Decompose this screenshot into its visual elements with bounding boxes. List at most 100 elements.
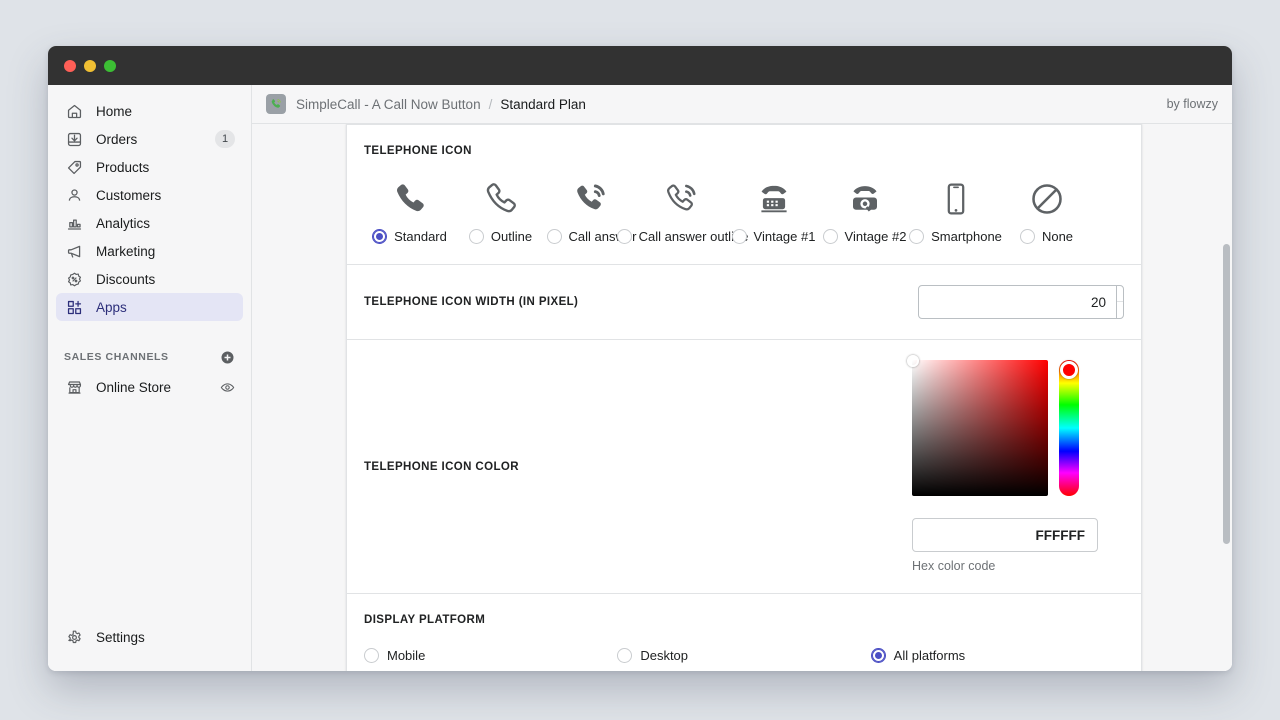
radio-indicator <box>469 229 484 244</box>
sidebar-item-products[interactable]: Products <box>56 153 243 181</box>
chevron-up-icon[interactable]: ▲ <box>1117 286 1124 302</box>
sidebar-item-orders[interactable]: Orders 1 <box>56 125 243 153</box>
telephone-icon-width-input[interactable] <box>919 286 1116 318</box>
vertical-scrollbar[interactable] <box>1223 124 1230 671</box>
orders-count-badge: 1 <box>215 130 235 148</box>
breadcrumb-app-link[interactable]: SimpleCall - A Call Now Button <box>296 97 481 112</box>
option-label: All platforms <box>894 648 966 663</box>
telephone-icon-option-none[interactable]: None <box>1001 173 1092 244</box>
telephone-icon-label: TELEPHONE ICON <box>364 145 1124 157</box>
radio-indicator <box>1020 229 1035 244</box>
sidebar-item-label: Discounts <box>96 272 235 287</box>
color-picker-controls <box>912 360 1124 496</box>
orders-icon <box>64 129 84 149</box>
radio-outline[interactable]: Outline <box>469 229 532 244</box>
radio-vintage-2[interactable]: Vintage #2 <box>823 229 907 244</box>
settings-scroll-region: TELEPHONE ICON <box>252 124 1232 671</box>
sidebar-nav: Home Orders 1 <box>48 97 251 321</box>
sidebar-item-label: Online Store <box>96 380 220 395</box>
settings-content: TELEPHONE ICON <box>252 124 1232 671</box>
none-circle-slash-icon <box>1029 173 1065 217</box>
scrollbar-thumb[interactable] <box>1223 244 1230 544</box>
sidebar-item-home[interactable]: Home <box>56 97 243 125</box>
option-label: None <box>1042 229 1073 244</box>
option-label: Desktop <box>640 648 688 663</box>
display-platform-section: DISPLAY PLATFORM Mobile Desktop <box>347 593 1141 671</box>
plus-circle-icon[interactable] <box>220 350 235 365</box>
breadcrumb-current-page: Standard Plan <box>500 97 586 112</box>
app-breadcrumb-bar: SimpleCall - A Call Now Button / Standar… <box>252 85 1232 124</box>
vintage-phone-1-icon <box>756 173 792 217</box>
radio-indicator <box>547 229 562 244</box>
sidebar-item-label: Settings <box>96 630 235 645</box>
phone-call-answer-outline-icon <box>665 173 701 217</box>
sidebar-spacer <box>48 401 251 623</box>
radio-indicator <box>871 648 886 663</box>
telephone-icon-option-smartphone[interactable]: Smartphone <box>910 173 1001 244</box>
app-window: Home Orders 1 <box>48 46 1232 671</box>
option-label: Smartphone <box>931 229 1002 244</box>
saturation-value-handle[interactable] <box>907 355 919 367</box>
sidebar-item-settings[interactable]: Settings <box>56 623 243 651</box>
sidebar-item-label: Apps <box>96 300 235 315</box>
phone-call-answer-solid-icon <box>574 173 610 217</box>
window-body: Home Orders 1 <box>48 85 1232 671</box>
sidebar-item-apps[interactable]: Apps <box>56 293 243 321</box>
sidebar-item-discounts[interactable]: Discounts <box>56 265 243 293</box>
sidebar-item-label: Orders <box>96 132 215 147</box>
phone-outline-icon <box>483 173 519 217</box>
chevron-down-icon[interactable]: ▼ <box>1117 302 1124 318</box>
option-label: Outline <box>491 229 532 244</box>
phone-solid-icon <box>392 173 428 217</box>
radio-none[interactable]: None <box>1020 229 1073 244</box>
telephone-icon-color-section: TELEPHONE ICON COLOR <box>347 339 1141 593</box>
eye-icon[interactable] <box>220 380 235 395</box>
radio-mobile[interactable]: Mobile <box>364 648 617 663</box>
zoom-window-button[interactable] <box>104 60 116 72</box>
sidebar: Home Orders 1 <box>48 85 252 671</box>
close-window-button[interactable] <box>64 60 76 72</box>
radio-vintage-1[interactable]: Vintage #1 <box>732 229 816 244</box>
telephone-icon-option-outline[interactable]: Outline <box>455 173 546 244</box>
minimize-window-button[interactable] <box>84 60 96 72</box>
option-label: Mobile <box>387 648 425 663</box>
radio-smartphone[interactable]: Smartphone <box>909 229 1002 244</box>
gear-icon <box>64 627 84 647</box>
app-author-label: by flowzy <box>1167 97 1218 111</box>
sidebar-item-online-store[interactable]: Online Store <box>56 373 243 401</box>
window-titlebar <box>48 46 1232 85</box>
radio-desktop[interactable]: Desktop <box>617 648 870 663</box>
hue-slider[interactable] <box>1059 360 1079 496</box>
telephone-icon-width-section: TELEPHONE ICON WIDTH (IN PIXEL) ▲ ▼ <box>347 264 1141 339</box>
hex-color-input[interactable] <box>912 518 1098 552</box>
discount-icon <box>64 269 84 289</box>
hue-slider-handle[interactable] <box>1060 361 1078 379</box>
telephone-icon-option-vintage-1[interactable]: Vintage #1 <box>728 173 819 244</box>
sidebar-item-analytics[interactable]: Analytics <box>56 209 243 237</box>
sidebar-item-label: Marketing <box>96 244 235 259</box>
sidebar-item-marketing[interactable]: Marketing <box>56 237 243 265</box>
radio-all-platforms[interactable]: All platforms <box>871 648 1124 663</box>
telephone-icon-option-vintage-2[interactable]: Vintage #2 <box>819 173 910 244</box>
saturation-value-box[interactable] <box>912 360 1048 496</box>
radio-indicator <box>823 229 838 244</box>
telephone-icon-options: Standard <box>364 173 1124 244</box>
sidebar-item-label: Analytics <box>96 216 235 231</box>
sidebar-item-customers[interactable]: Customers <box>56 181 243 209</box>
telephone-icon-width-field[interactable]: ▲ ▼ <box>918 285 1124 319</box>
sidebar-item-label: Products <box>96 160 235 175</box>
telephone-icon-option-standard[interactable]: Standard <box>364 173 455 244</box>
option-label: Vintage #1 <box>754 229 816 244</box>
radio-standard[interactable]: Standard <box>372 229 447 244</box>
telephone-icon-color-label: TELEPHONE ICON COLOR <box>364 461 519 473</box>
settings-card: TELEPHONE ICON <box>346 124 1142 671</box>
sidebar-item-label: Customers <box>96 188 235 203</box>
main-area: SimpleCall - A Call Now Button / Standar… <box>252 85 1232 671</box>
hex-color-help-text: Hex color code <box>912 559 1124 573</box>
telephone-icon-option-call-answer-outline[interactable]: Call answer outline <box>637 173 728 244</box>
vintage-phone-2-icon <box>847 173 883 217</box>
option-label: Standard <box>394 229 447 244</box>
sales-channels-header: SALES CHANNELS <box>48 347 251 367</box>
breadcrumb-separator: / <box>489 97 493 112</box>
telephone-icon-width-stepper[interactable]: ▲ ▼ <box>1116 286 1124 318</box>
